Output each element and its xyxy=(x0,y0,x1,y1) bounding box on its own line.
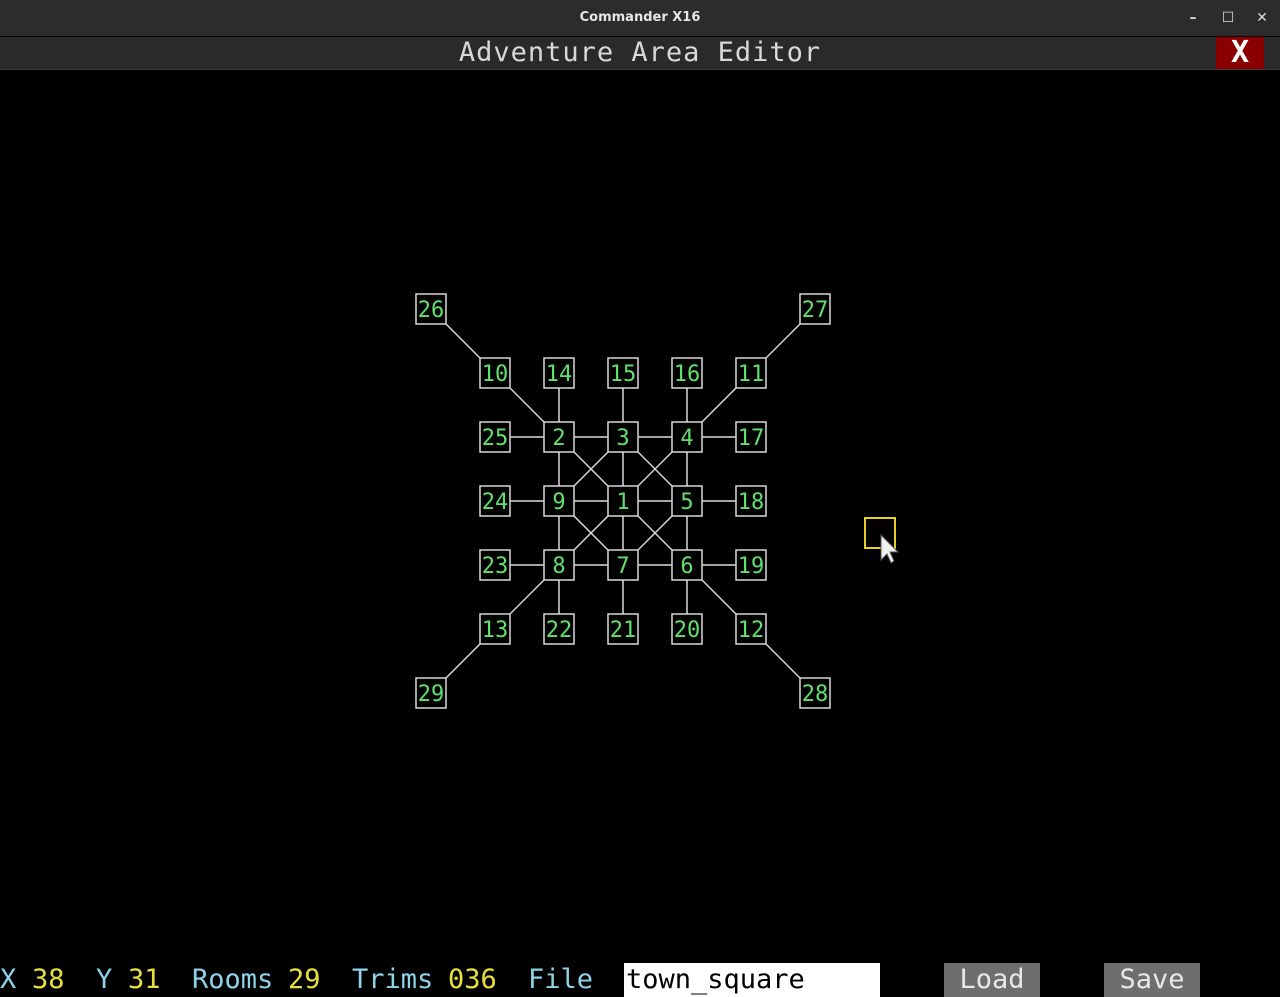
room-label: 9 xyxy=(552,490,565,515)
room-label: 7 xyxy=(616,554,629,579)
room-label: 24 xyxy=(482,490,509,515)
x-value: 38 xyxy=(32,964,65,995)
room-2[interactable]: 2 xyxy=(543,421,575,453)
room-map[interactable]: 26 2710 14 15 16 1125 2 3 4 1724 9 1 5 1823 8 7 6 1913 22 2… xyxy=(0,70,1280,963)
room-6[interactable]: 6 xyxy=(671,549,703,581)
room-label: 4 xyxy=(680,426,693,451)
window-title: Commander X16 xyxy=(579,10,701,25)
room-label: 1 xyxy=(616,490,629,515)
room-1[interactable]: 1 xyxy=(607,485,639,517)
room-label: 3 xyxy=(616,426,629,451)
room-label: 23 xyxy=(482,554,509,579)
room-21[interactable]: 21 xyxy=(607,613,639,645)
window-close-icon[interactable]: ✕ xyxy=(1245,0,1279,36)
y-label: Y xyxy=(96,964,113,995)
room-16[interactable]: 16 xyxy=(671,357,703,389)
room-8[interactable]: 8 xyxy=(543,549,575,581)
minimize-icon[interactable]: – xyxy=(1176,0,1210,36)
save-button[interactable]: Save xyxy=(1104,963,1200,997)
room-label: 8 xyxy=(552,554,565,579)
room-9[interactable]: 9 xyxy=(543,485,575,517)
room-27[interactable]: 27 xyxy=(799,293,831,325)
room-label: 18 xyxy=(738,490,765,515)
window-titlebar: Commander X16 – ☐ ✕ xyxy=(0,0,1280,36)
room-label: 20 xyxy=(674,618,701,643)
room-label: 27 xyxy=(802,298,829,323)
room-label: 14 xyxy=(546,362,573,387)
room-10[interactable]: 10 xyxy=(479,357,511,389)
map-canvas[interactable]: 26 27 10 14 15 16 11 25 2 3 4 17 24 9 1 5 18 23 8 7 6 19 13 22 2… xyxy=(0,70,1280,963)
room-3[interactable]: 3 xyxy=(607,421,639,453)
room-label: 25 xyxy=(482,426,509,451)
maximize-icon[interactable]: ☐ xyxy=(1211,0,1245,36)
file-label: File xyxy=(528,964,594,995)
room-29[interactable]: 29 xyxy=(415,677,447,709)
room-28[interactable]: 28 xyxy=(799,677,831,709)
room-label: 26 xyxy=(418,298,445,323)
rooms-value: 29 xyxy=(288,964,321,995)
room-18[interactable]: 18 xyxy=(735,485,767,517)
room-19[interactable]: 19 xyxy=(735,549,767,581)
rooms-label: Rooms xyxy=(192,964,274,995)
room-13[interactable]: 13 xyxy=(479,613,511,645)
room-label: 22 xyxy=(546,618,573,643)
room-label: 17 xyxy=(738,426,765,451)
trims-value: 036 xyxy=(448,964,497,995)
status-bar: X 38 Y 31 Rooms 29 Trims 036 File town_s… xyxy=(0,963,1280,997)
room-label: 2 xyxy=(552,426,565,451)
room-label: 11 xyxy=(738,362,765,387)
room-label: 5 xyxy=(680,490,693,515)
x-label: X xyxy=(0,964,17,995)
room-17[interactable]: 17 xyxy=(735,421,767,453)
room-label: 15 xyxy=(610,362,637,387)
file-name-input[interactable]: town_square xyxy=(624,963,880,997)
room-label: 21 xyxy=(610,618,637,643)
trims-label: Trims xyxy=(352,964,434,995)
room-25[interactable]: 25 xyxy=(479,421,511,453)
room-label: 10 xyxy=(482,362,509,387)
room-15[interactable]: 15 xyxy=(607,357,639,389)
close-editor-button[interactable]: X xyxy=(1216,37,1264,69)
room-label: 28 xyxy=(802,682,829,707)
cursor-box xyxy=(864,517,896,549)
y-value: 31 xyxy=(128,964,161,995)
room-23[interactable]: 23 xyxy=(479,549,511,581)
room-label: 19 xyxy=(738,554,765,579)
room-label: 29 xyxy=(418,682,445,707)
room-24[interactable]: 24 xyxy=(479,485,511,517)
room-14[interactable]: 14 xyxy=(543,357,575,389)
room-label: 12 xyxy=(738,618,765,643)
app-title: Adventure Area Editor xyxy=(458,37,822,68)
room-12[interactable]: 12 xyxy=(735,613,767,645)
room-20[interactable]: 20 xyxy=(671,613,703,645)
room-7[interactable]: 7 xyxy=(607,549,639,581)
load-button[interactable]: Load xyxy=(944,963,1040,997)
room-26[interactable]: 26 xyxy=(415,293,447,325)
room-4[interactable]: 4 xyxy=(671,421,703,453)
room-label: 6 xyxy=(680,554,693,579)
room-22[interactable]: 22 xyxy=(543,613,575,645)
room-11[interactable]: 11 xyxy=(735,357,767,389)
room-5[interactable]: 5 xyxy=(671,485,703,517)
app-header: Adventure Area Editor X xyxy=(0,37,1280,70)
room-label: 16 xyxy=(674,362,701,387)
room-label: 13 xyxy=(482,618,509,643)
